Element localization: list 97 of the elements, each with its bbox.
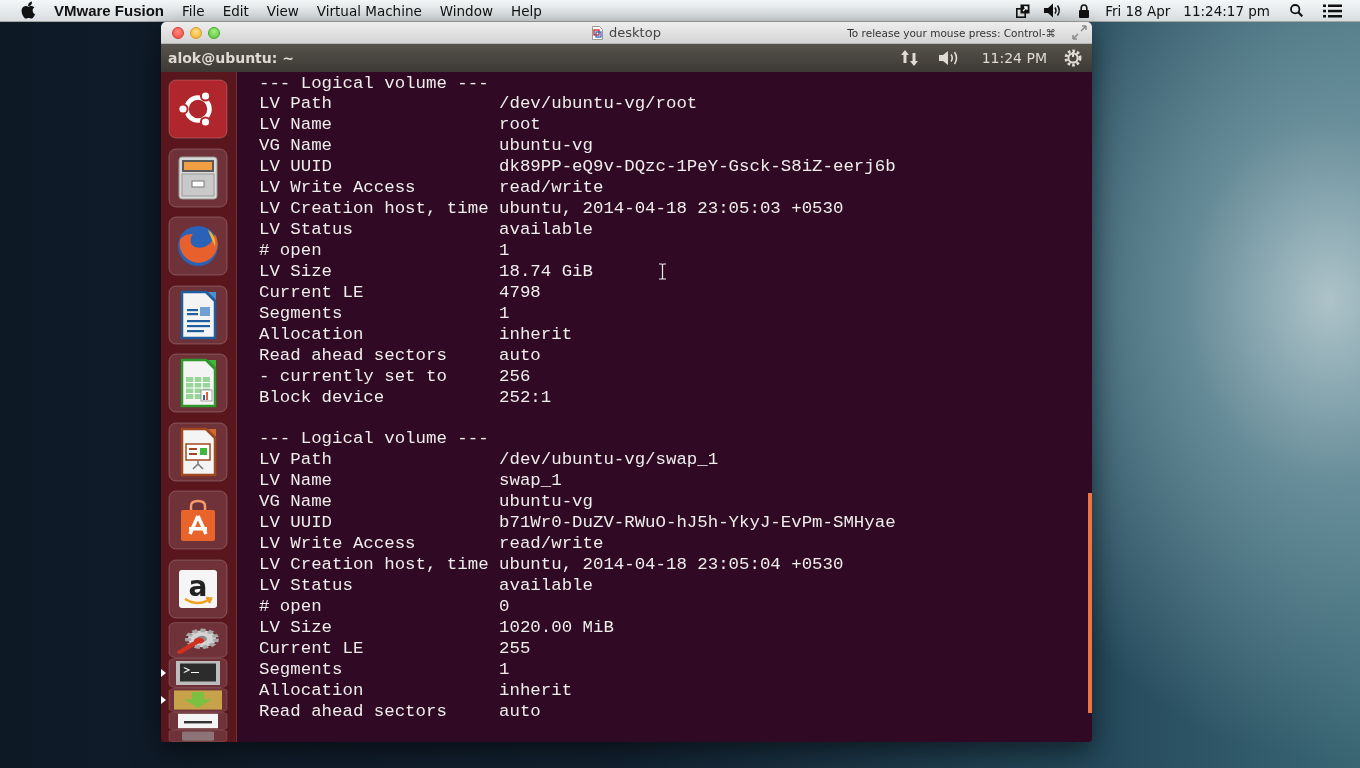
field-label: LV Write Access: [259, 534, 416, 554]
app-menu[interactable]: VMware Fusion: [54, 2, 165, 19]
field-value: root: [499, 115, 541, 137]
field-value: 18.74 GiB: [499, 261, 593, 283]
field-value: b71Wr0-DuZV-RWuO-hJ5h-YkyJ-EvPm-SMHyae: [499, 513, 896, 535]
menu-item[interactable]: File: [182, 2, 205, 19]
field-value: ubuntu-vg: [499, 136, 593, 158]
window-title: desktop: [609, 25, 661, 40]
file-icon: [592, 25, 604, 40]
field-value: 1: [499, 659, 510, 681]
text-cursor-icon: [658, 263, 667, 280]
ring-logo-icon[interactable]: [168, 79, 228, 139]
text-document-icon[interactable]: [168, 284, 228, 345]
overlapping-squares-icon[interactable]: [1016, 3, 1031, 18]
field-label: # open: [259, 241, 322, 260]
menu-item[interactable]: Virtual Machine: [316, 2, 422, 19]
field-value: inherit: [499, 680, 573, 702]
field-value: /dev/ubuntu-vg/swap_1: [499, 450, 719, 472]
field-value: 255: [499, 638, 531, 660]
field-label: LV Path: [259, 94, 333, 114]
field-label: LV Name: [259, 471, 333, 491]
spreadsheet-icon[interactable]: [168, 353, 228, 413]
field-label: LV UUID: [259, 157, 333, 177]
shopping-bag-icon[interactable]: [168, 490, 228, 550]
section-heading: --- Logical volume ---: [259, 73, 489, 93]
field-label: LV Path: [259, 450, 333, 470]
field-value: 1: [499, 241, 510, 262]
gear-wrench-icon[interactable]: [168, 621, 228, 658]
field-value: available: [499, 576, 593, 597]
terminal-icon[interactable]: [168, 657, 228, 688]
field-label: Block device: [259, 387, 385, 407]
fox-globe-icon[interactable]: [168, 216, 228, 276]
presentation-icon[interactable]: [168, 421, 228, 482]
field-label: LV Status: [259, 220, 353, 240]
store-logo-icon[interactable]: a: [168, 558, 228, 619]
field-label: Read ahead sectors: [259, 701, 447, 721]
menu-bar-clock[interactable]: 11:24:17 pm: [1183, 2, 1270, 19]
scroll-thumb[interactable]: [1088, 493, 1092, 713]
menu-item[interactable]: View: [266, 2, 299, 19]
terminal-title: alok@ubuntu: ~: [168, 50, 294, 66]
close-button[interactable]: [172, 26, 184, 39]
section-heading: --- Logical volume ---: [259, 429, 489, 449]
field-label: LV Name: [259, 115, 333, 135]
field-label: Read ahead sectors: [259, 345, 447, 365]
field-label: - currently set to: [259, 366, 447, 386]
search-icon[interactable]: [1290, 4, 1303, 17]
field-value: 1020.00 MiB: [499, 617, 614, 639]
field-label: Segments: [259, 303, 343, 323]
file-cabinet-icon[interactable]: [168, 147, 228, 208]
menu-item[interactable]: Edit: [222, 2, 249, 19]
field-value: read/write: [499, 178, 604, 200]
field-label: LV Creation host, time: [259, 555, 489, 575]
field-label: VG Name: [259, 492, 333, 512]
field-value: 0: [499, 596, 510, 618]
field-label: Current LE: [259, 638, 364, 658]
menu-item[interactable]: Window: [439, 2, 493, 19]
expand-icon[interactable]: [1072, 25, 1087, 40]
field-label: LV Write Access: [259, 178, 416, 198]
field-value: swap_1: [499, 471, 562, 493]
field-label: Current LE: [259, 282, 364, 302]
field-label: Segments: [259, 659, 343, 679]
field-value: dk89PP-eQ9v-DQzc-1PeY-Gsck-S8iZ-eerj6b: [499, 157, 896, 179]
field-label: LV UUID: [259, 513, 333, 533]
field-label: LV Status: [259, 576, 353, 595]
field-value: ubuntu, 2014-04-18 23:05:04 +0530: [499, 555, 844, 576]
field-label: LV Creation host, time: [259, 199, 489, 219]
field-value: inherit: [499, 324, 573, 346]
field-value: 252:1: [499, 387, 552, 409]
panel-clock[interactable]: 11:24 PM: [981, 50, 1047, 66]
list-icon[interactable]: [1323, 3, 1342, 18]
field-label: # open: [259, 596, 322, 616]
field-value: available: [499, 220, 593, 241]
gear-icon[interactable]: [1064, 49, 1082, 67]
field-label: LV Size: [259, 261, 333, 281]
menu-bar-date[interactable]: Fri 18 Apr: [1105, 2, 1171, 19]
mouse-release-hint: To release your mouse press: Control-⌘: [847, 26, 1056, 39]
lock-icon[interactable]: [1079, 3, 1090, 18]
field-value: auto: [499, 701, 541, 723]
menu-item[interactable]: Help: [511, 2, 542, 19]
field-value: 4798: [499, 282, 541, 304]
blank-page-icon[interactable]: [168, 711, 228, 730]
volume-icon[interactable]: [1044, 3, 1063, 18]
field-value: 256: [499, 366, 531, 388]
field-value: ubuntu, 2014-04-18 23:05:03 +0530: [499, 199, 844, 221]
field-value: ubuntu-vg: [499, 492, 593, 514]
field-label: VG Name: [259, 136, 333, 156]
field-label: Allocation: [259, 680, 364, 700]
folded-tile-icon[interactable]: [168, 729, 228, 742]
apple-icon[interactable]: [20, 0, 36, 19]
up-down-arrows-icon[interactable]: [900, 49, 919, 67]
field-value: auto: [499, 345, 541, 367]
field-value: read/write: [499, 534, 604, 556]
volume-icon[interactable]: [937, 50, 960, 66]
field-label: LV Size: [259, 617, 333, 637]
field-value: 1: [499, 303, 510, 325]
field-value: /dev/ubuntu-vg/root: [499, 94, 698, 116]
field-label: Allocation: [259, 324, 364, 344]
